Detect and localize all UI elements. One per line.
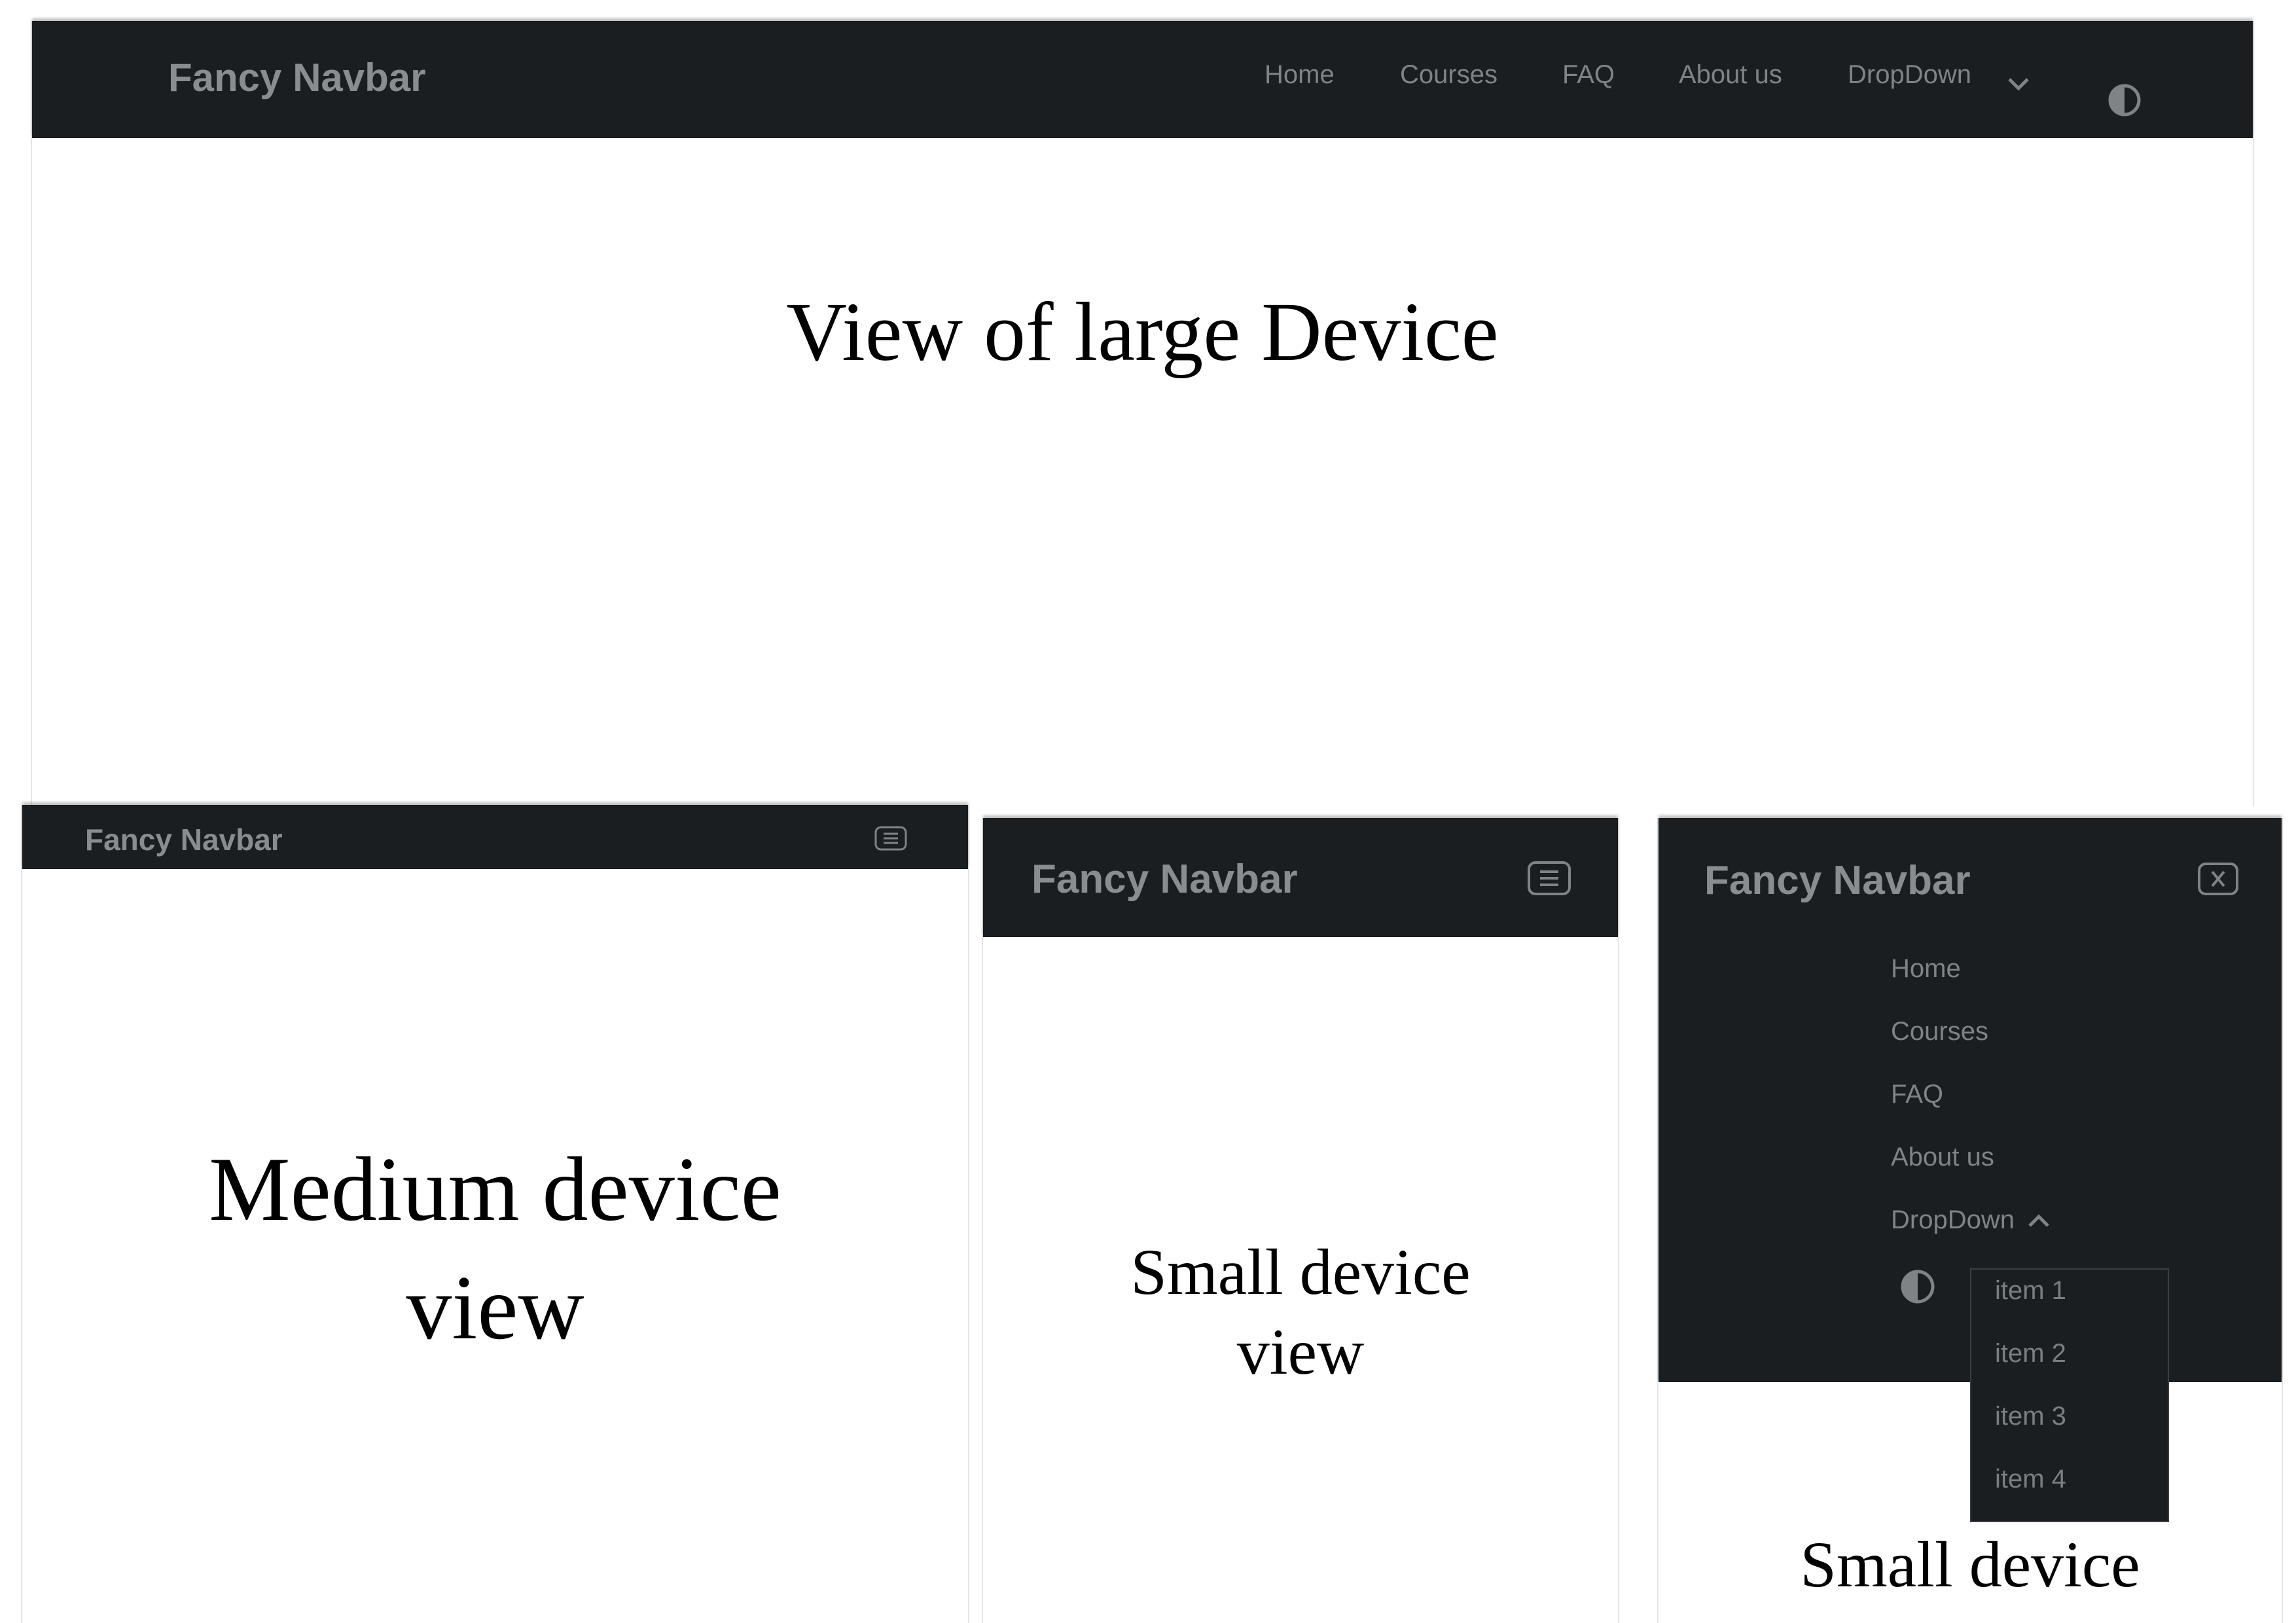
close-icon[interactable]	[2198, 863, 2238, 895]
large-navbar: Fancy Navbar Home Courses FAQ About us D…	[32, 21, 2253, 138]
nav-link-courses[interactable]: Courses	[1891, 1017, 1988, 1046]
navbar-brand[interactable]: Fancy Navbar	[1031, 856, 1298, 902]
dropdown-item[interactable]: item 3	[1995, 1402, 2066, 1431]
medium-navbar: Fancy Navbar	[22, 805, 968, 869]
chevron-up-icon[interactable]	[2026, 1212, 2051, 1230]
small-device-open-panel: Fancy Navbar Home Courses FAQ About us D…	[1657, 818, 2283, 1623]
small-device-caption-line2: view	[1236, 1315, 1365, 1388]
navbar-brand[interactable]: Fancy Navbar	[1704, 857, 1971, 904]
menu-icon[interactable]	[1528, 861, 1571, 895]
nav-link-dropdown[interactable]: DropDown	[1848, 60, 1971, 90]
chevron-down-icon[interactable]	[2006, 75, 2031, 93]
dropdown-menu: item 1 item 2 item 3 item 4	[1970, 1268, 2169, 1522]
nav-link-home[interactable]: Home	[1891, 954, 1961, 984]
medium-device-caption-line2: view	[406, 1257, 584, 1359]
small-device-open-caption: Small device	[1800, 1528, 2140, 1601]
menu-icon[interactable]	[874, 826, 907, 851]
nav-link-home[interactable]: Home	[1265, 60, 1335, 90]
dropdown-item[interactable]: item 4	[1995, 1465, 2066, 1494]
nav-link-dropdown[interactable]: DropDown	[1891, 1205, 2015, 1235]
nav-link-faq[interactable]: FAQ	[1891, 1080, 1943, 1109]
contrast-icon[interactable]	[2107, 82, 2142, 118]
nav-link-courses[interactable]: Courses	[1400, 60, 1498, 90]
small-device-caption-line1: Small device	[1130, 1236, 1471, 1308]
medium-device-panel: Fancy Navbar Medium device view	[21, 805, 969, 1623]
dropdown-item[interactable]: item 1	[1995, 1276, 2066, 1306]
navbar-brand[interactable]: Fancy Navbar	[85, 822, 283, 857]
nav-link-about-us[interactable]: About us	[1679, 60, 1782, 90]
navbar-brand[interactable]: Fancy Navbar	[168, 55, 426, 100]
nav-link-about-us[interactable]: About us	[1891, 1143, 1994, 1172]
dropdown-item[interactable]: item 2	[1995, 1339, 2066, 1368]
large-device-panel: Fancy Navbar Home Courses FAQ About us D…	[31, 21, 2254, 806]
small-device-panel: Fancy Navbar Small device view	[982, 818, 1619, 1623]
nav-link-faq[interactable]: FAQ	[1562, 60, 1615, 90]
large-device-caption: View of large Device	[786, 285, 1499, 378]
small-navbar: Fancy Navbar	[983, 818, 1618, 937]
medium-device-caption-line1: Medium device	[209, 1139, 781, 1240]
contrast-icon[interactable]	[1899, 1268, 1936, 1305]
